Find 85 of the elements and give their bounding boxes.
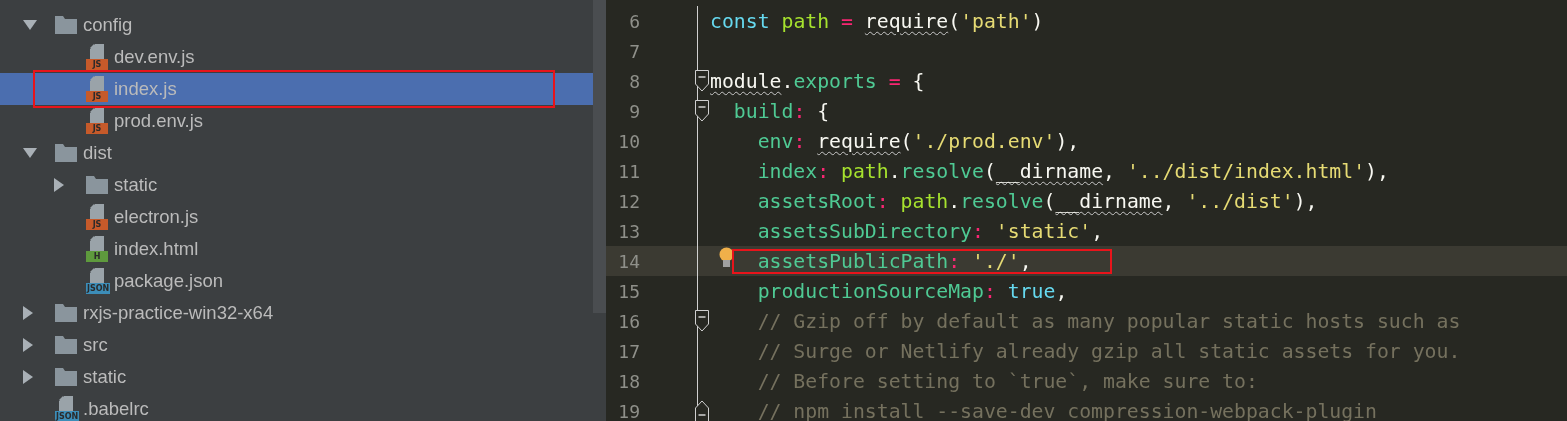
tree-item[interactable]: JS index.js [0,73,593,105]
folder-icon [86,176,108,194]
tree-item[interactable]: H index.html [0,233,593,265]
file-name: index.js [114,78,177,100]
line-number: 7 [628,40,640,62]
tree-item[interactable]: static [0,169,593,201]
code-line: // Gzip off by default as many popular static hosts such as [757,309,1461,333]
folder-icon [55,16,77,34]
file-name: dev.env.js [114,46,195,68]
line-number: 11 [617,160,640,182]
tree-item[interactable]: JSON package.json [0,265,593,297]
tree-item[interactable]: JS prod.env.js [0,105,593,137]
file-name: static [83,366,127,388]
tree-item[interactable]: dist [0,137,593,169]
file-type-badge: JS [86,91,108,102]
folder-icon [55,336,77,354]
file-icon [90,268,104,283]
scrollbar-thumb[interactable] [593,0,606,313]
file-icon [90,236,104,251]
tree-item[interactable]: JSON .babelrc [0,393,593,421]
code-line: // Surge or Netlify already gzip all static assets for you. [757,339,1461,363]
line-number: 9 [628,100,640,122]
collapse-arrow-icon[interactable] [22,147,38,159]
line-number: 19 [617,400,640,421]
fold-marker-icon[interactable] [695,70,709,92]
file-type-badge: JS [86,59,108,70]
file-type-badge: H [86,251,108,262]
expand-arrow-icon[interactable] [22,369,34,385]
code-line: const path = require('path') [710,9,1044,33]
file-name: electron.js [114,206,199,228]
tree-item[interactable]: config [0,9,593,41]
file-name: package.json [114,270,224,292]
folder-icon [55,368,77,386]
line-number: 16 [617,310,640,332]
file-name: config [83,14,133,36]
code-line: // Before setting to `true`, make sure to: [757,369,1258,393]
code-line: assetsPublicPath: './', [757,249,1032,273]
code-line: env: require('./prod.env'), [757,129,1080,153]
code-line: index: path.resolve(__dirname, '../dist/index.html'), [757,159,1389,183]
fold-marker-icon[interactable] [695,100,709,122]
tree-item[interactable]: src [0,329,593,361]
file-icon [90,44,104,59]
file-name: src [83,334,108,356]
line-number: 17 [617,340,640,362]
file-name: prod.env.js [114,110,204,132]
folder-icon [55,144,77,162]
file-icon [90,108,104,123]
code-line: assetsRoot: path.resolve(__dirname, '../dist'), [757,189,1318,213]
file-type-badge: JSON [55,411,80,421]
expand-arrow-icon[interactable] [22,337,34,353]
line-number: 8 [628,70,640,92]
file-name: index.html [114,238,199,260]
line-number: 10 [617,130,640,152]
lightbulb-icon[interactable] [718,247,735,269]
file-type-badge: JS [86,123,108,134]
file-name: .babelrc [83,398,149,420]
file-name: dist [83,142,112,164]
line-number: 15 [617,280,640,302]
code-line: // npm install --save-dev compression-webpack-plugin [757,399,1377,421]
fold-marker-icon[interactable] [695,400,709,421]
line-number: 18 [617,370,640,392]
collapse-arrow-icon[interactable] [22,19,38,31]
line-number: 13 [617,220,640,242]
file-type-badge: JS [86,219,108,230]
file-type-badge: JSON [86,283,111,294]
folder-icon [55,304,77,322]
tree-item[interactable]: rxjs-practice-win32-x64 [0,297,593,329]
code-line: assetsSubDirectory: 'static', [757,219,1104,243]
code-line: productionSourceMap: true, [757,279,1068,303]
file-name: rxjs-practice-win32-x64 [83,302,274,324]
tree-item[interactable]: JS dev.env.js [0,41,593,73]
code-line: module.exports = { [710,69,925,93]
file-icon [90,76,104,91]
file-icon [90,204,104,219]
file-icon [59,396,73,411]
tree-item[interactable]: static [0,361,593,393]
line-number: 6 [628,10,640,32]
expand-arrow-icon[interactable] [22,305,34,321]
expand-arrow-icon[interactable] [53,177,65,193]
tree-item[interactable]: JS electron.js [0,201,593,233]
line-number: 14 [617,250,640,272]
line-number: 12 [617,190,640,212]
code-line: build: { [733,99,830,123]
file-name: static [114,174,158,196]
fold-marker-icon[interactable] [695,310,709,332]
